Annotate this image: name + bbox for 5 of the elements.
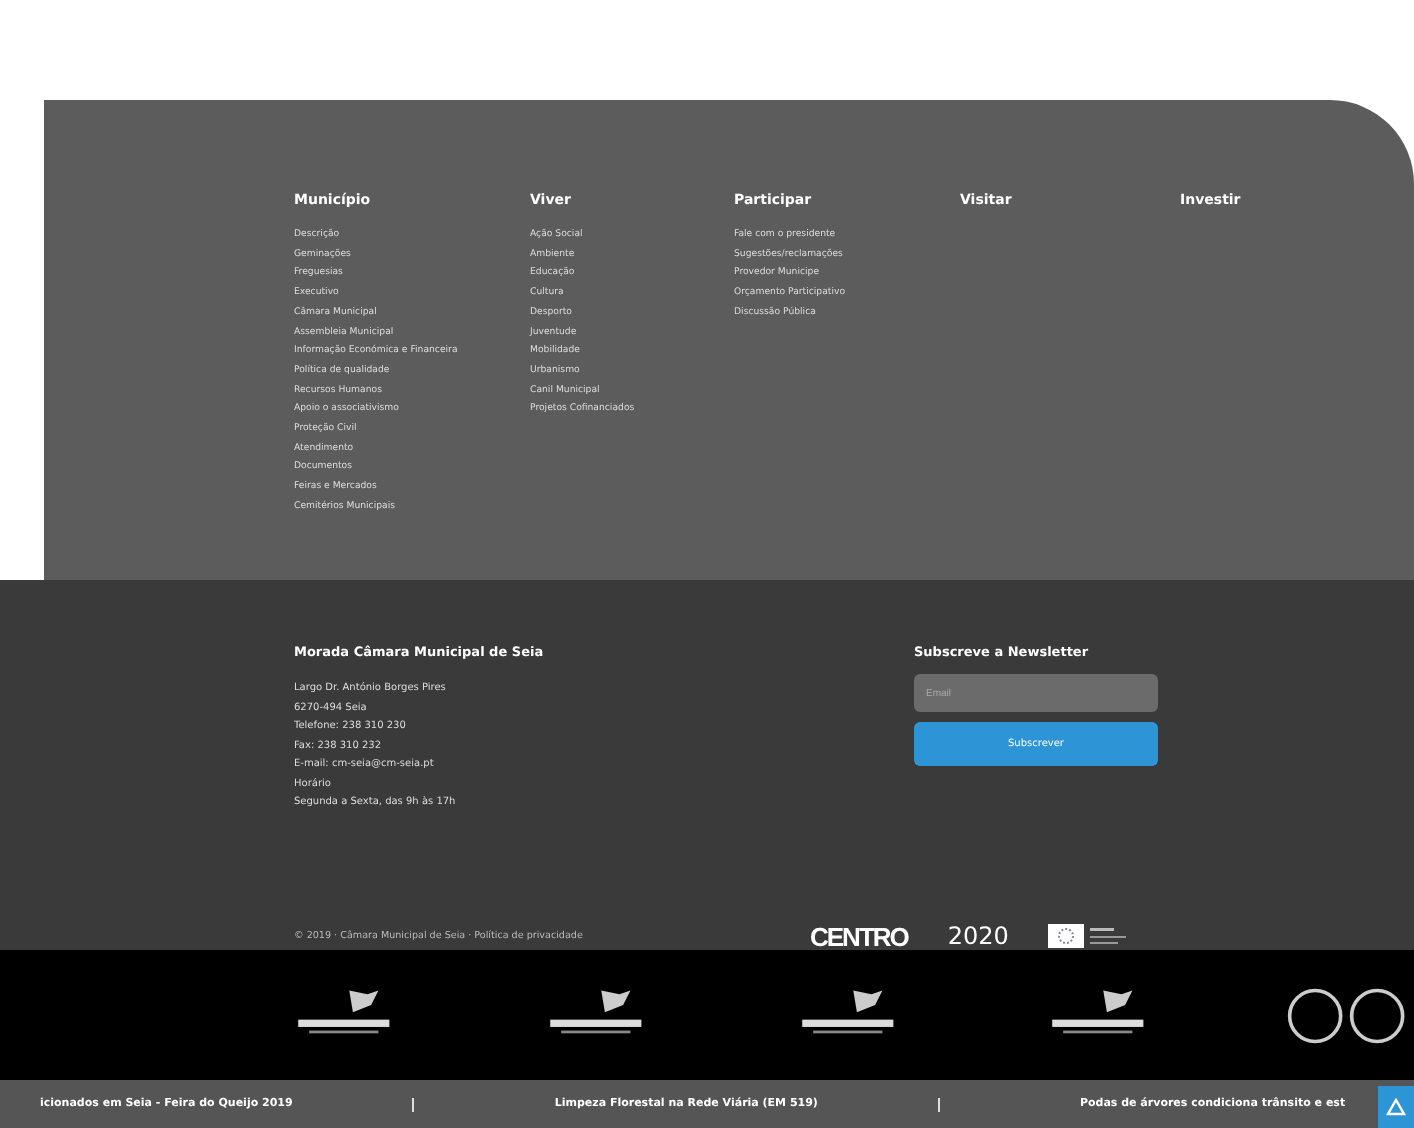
scroll-top-button[interactable] xyxy=(1378,1086,1414,1128)
triangle-icon xyxy=(1386,1098,1406,1116)
centro-logo: CENTRO xyxy=(810,921,908,951)
portugal-2020-logo: 2020 xyxy=(947,922,1009,950)
eu-flag-logo xyxy=(1048,922,1129,950)
